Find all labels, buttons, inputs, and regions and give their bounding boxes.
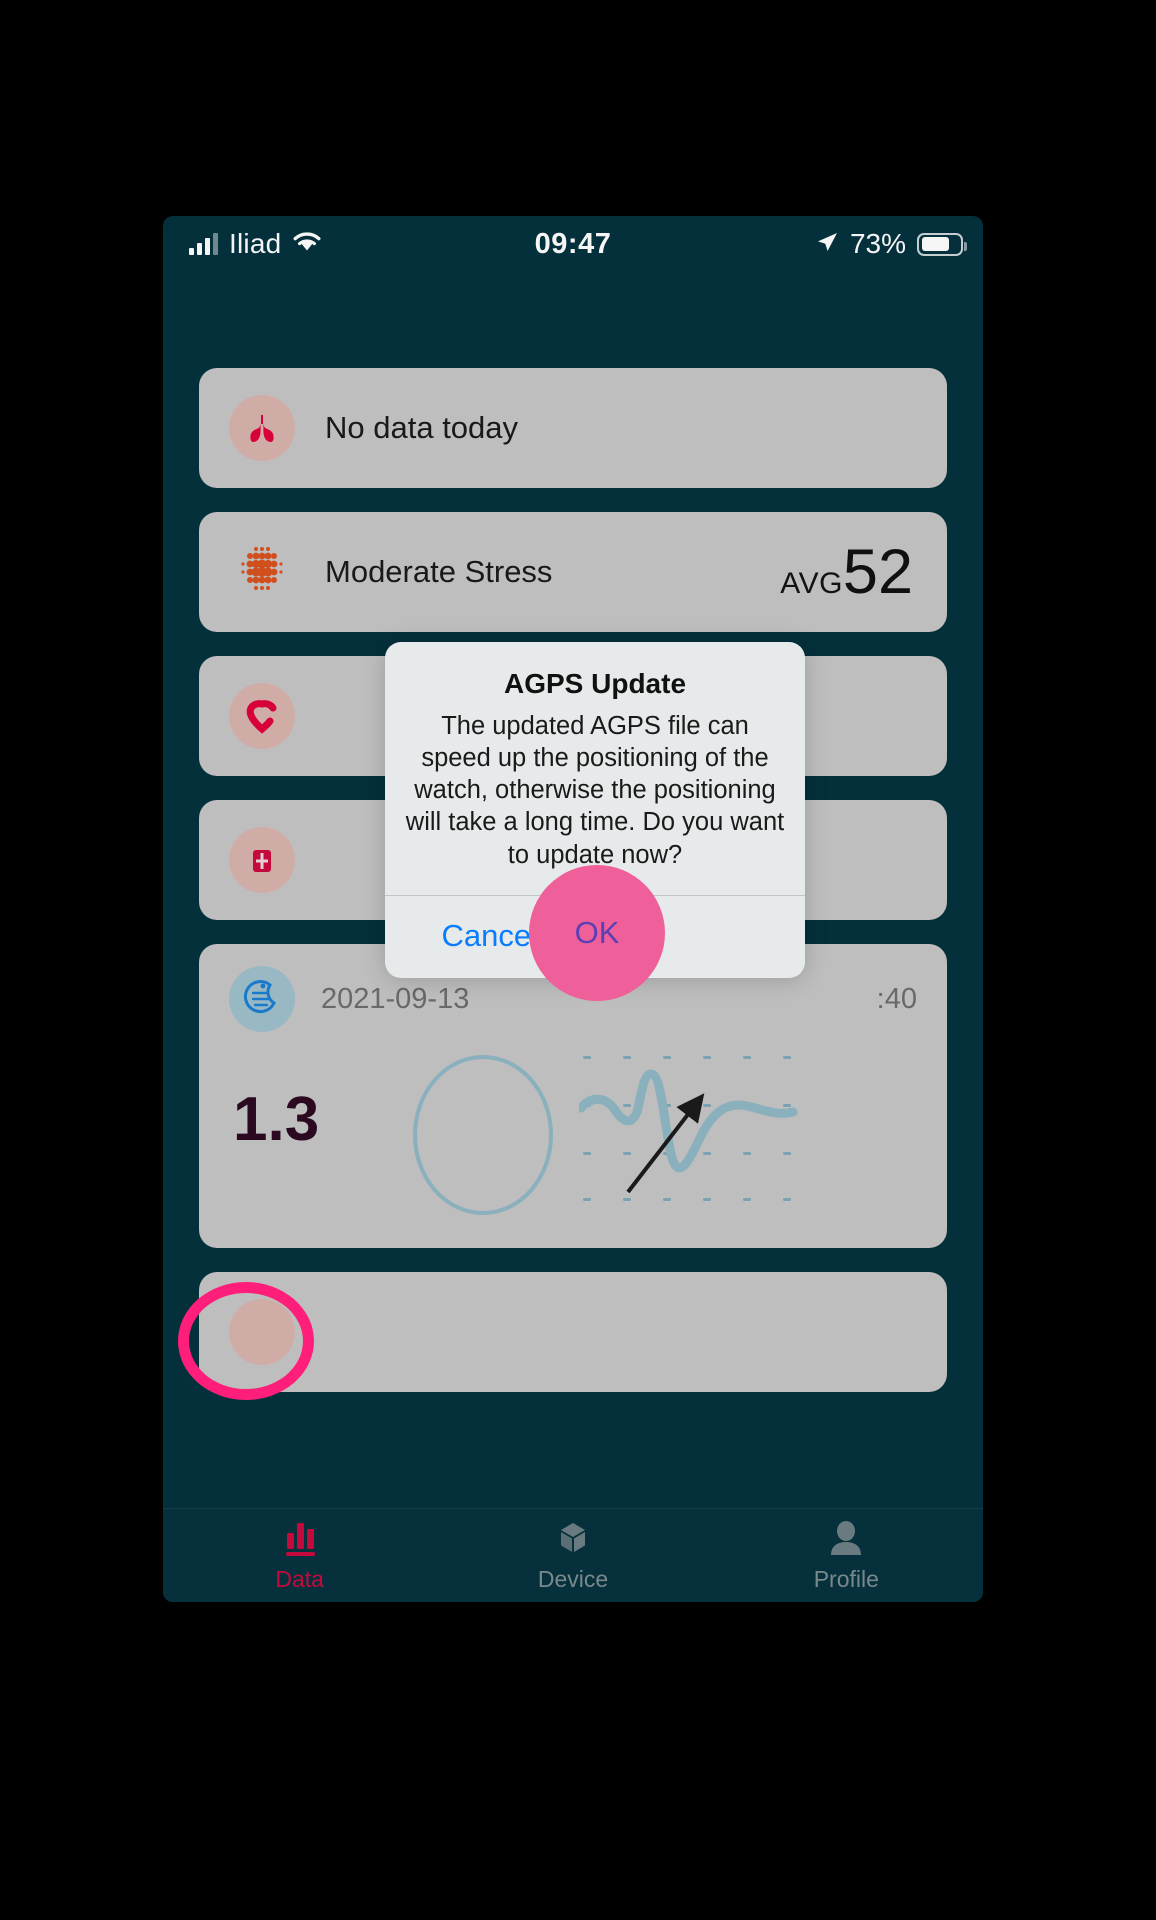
- data-tab-highlight: [178, 1282, 314, 1400]
- screenshot-stage: Iliad 09:47 73% No data today Moderate S…: [0, 0, 1156, 1920]
- ok-button-highlight-label[interactable]: OK: [529, 865, 665, 1001]
- pointer-arrow-annotation: [626, 1093, 705, 1194]
- dialog-title: AGPS Update: [503, 668, 687, 699]
